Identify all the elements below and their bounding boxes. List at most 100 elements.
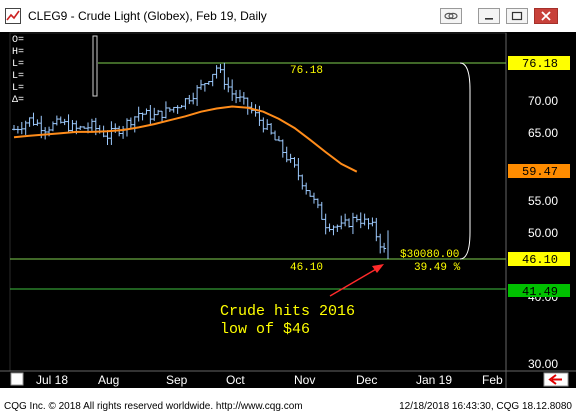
scroll-right-arrow-icon[interactable]: [543, 372, 569, 387]
price-bar: [300, 174, 305, 190]
status-bar: CQG Inc. © 2018 All rights reserved worl…: [0, 396, 576, 416]
low-level-label: 46.10: [290, 262, 323, 274]
price-bar: [78, 125, 83, 131]
price-bar: [183, 98, 188, 110]
price-bar: [339, 215, 344, 230]
info-label: L=: [12, 83, 24, 94]
close-icon: [541, 11, 551, 21]
price-bar: [347, 218, 352, 228]
annotation-text-line1: Crude hits 2016: [220, 303, 355, 320]
close-button[interactable]: [534, 8, 558, 24]
price-bar: [175, 105, 180, 114]
price-marker-high-label: 76.18: [522, 57, 558, 71]
annotation-arrow: [329, 264, 384, 297]
price-bar: [358, 212, 363, 229]
price-bar: [70, 120, 75, 133]
price-bar: [261, 117, 266, 133]
time-tick-label: Aug: [98, 373, 119, 387]
price-bar: [210, 73, 215, 87]
price-bar: [50, 121, 55, 132]
time-tick-label: Jan 19: [416, 373, 452, 387]
maximize-icon: [511, 11, 523, 21]
price-bar: [331, 225, 336, 236]
price-bar: [163, 101, 168, 119]
price-bar: [82, 126, 87, 129]
price-bar: [273, 130, 278, 141]
price-bar: [12, 124, 16, 131]
price-bar: [343, 213, 348, 227]
price-bar: [109, 121, 114, 145]
minimize-button[interactable]: [478, 8, 500, 24]
chart-area[interactable]: O= H= L= L= L= Δ= 70.00 65.00 55.00 50.0…: [0, 32, 576, 388]
price-bar: [296, 157, 301, 181]
chart-app-icon: [5, 8, 21, 24]
price-bar: [226, 77, 231, 93]
price-bar: [132, 116, 137, 133]
price-bar: [335, 224, 340, 232]
price-bar: [218, 63, 223, 74]
range-percent-label: 39.49 %: [414, 262, 461, 274]
price-bar: [319, 201, 324, 220]
price-bar: [308, 190, 313, 197]
info-panel: O= H= L= L= L= Δ=: [12, 35, 98, 106]
price-bar: [382, 242, 387, 253]
price-bar: [245, 97, 250, 115]
price-bar: [280, 139, 285, 158]
price-bar: [350, 212, 355, 235]
price-bar: [105, 130, 110, 145]
time-tick-label: Sep: [166, 373, 188, 387]
moving-average-line: [13, 105, 358, 173]
time-tick-label: Dec: [356, 373, 377, 387]
price-bar: [366, 218, 371, 230]
price-bar: [43, 127, 48, 140]
price-bar: [152, 107, 157, 121]
title-bar: CLEG9 - Crude Light (Globex), Feb 19, Da…: [0, 0, 576, 33]
time-tick-label: Oct: [226, 373, 245, 387]
price-bar: [362, 213, 367, 226]
price-tick-label: 65.00: [528, 126, 558, 140]
price-bar: [191, 92, 196, 105]
maximize-button[interactable]: [506, 8, 528, 24]
info-label: H=: [12, 47, 24, 58]
price-bars: [12, 62, 389, 259]
price-bar: [121, 125, 126, 139]
annotation-text-line2: low of $46: [220, 321, 310, 338]
time-tick-label: Feb: [482, 373, 503, 387]
price-tick-label: 70.00: [528, 94, 558, 108]
price-bar: [124, 118, 129, 137]
price-bar: [284, 146, 289, 163]
price-bar: [292, 157, 297, 168]
price-bar: [144, 108, 149, 115]
price-bar: [327, 223, 332, 232]
link-button[interactable]: [440, 8, 462, 24]
price-marker-ma-label: 59.47: [522, 165, 558, 179]
price-bar: [199, 79, 203, 90]
price-bar: [378, 233, 383, 254]
price-bar: [269, 123, 274, 135]
price-bar: [257, 105, 262, 126]
price-chart[interactable]: O= H= L= L= L= Δ= 70.00 65.00 55.00 50.0…: [0, 32, 576, 388]
scroll-left-box[interactable]: [10, 372, 24, 386]
info-label: L=: [12, 71, 24, 82]
price-bar: [202, 82, 207, 92]
copyright-text: CQG Inc. © 2018 All rights reserved worl…: [4, 401, 303, 412]
price-bar: [323, 213, 328, 235]
range-value-label: $30080.00: [400, 249, 459, 261]
time-tick-label: Nov: [294, 373, 315, 387]
time-tick-label: Jul 18: [36, 373, 68, 387]
info-panel-scrollbar[interactable]: [92, 35, 98, 97]
price-bar: [304, 182, 309, 195]
price-bar: [19, 121, 24, 135]
price-tick-label: 50.00: [528, 226, 558, 240]
price-bar: [156, 109, 161, 116]
price-bar: [374, 217, 379, 242]
price-bar: [136, 106, 141, 122]
price-bar: [222, 62, 227, 90]
window-title: CLEG9 - Crude Light (Globex), Feb 19, Da…: [28, 9, 267, 23]
range-bracket: [459, 62, 471, 260]
link-icon: [444, 12, 458, 20]
price-tick-label: 30.00: [528, 357, 558, 371]
price-bar: [370, 217, 375, 227]
high-level-label: 76.18: [290, 65, 323, 77]
price-bar: [23, 120, 28, 135]
